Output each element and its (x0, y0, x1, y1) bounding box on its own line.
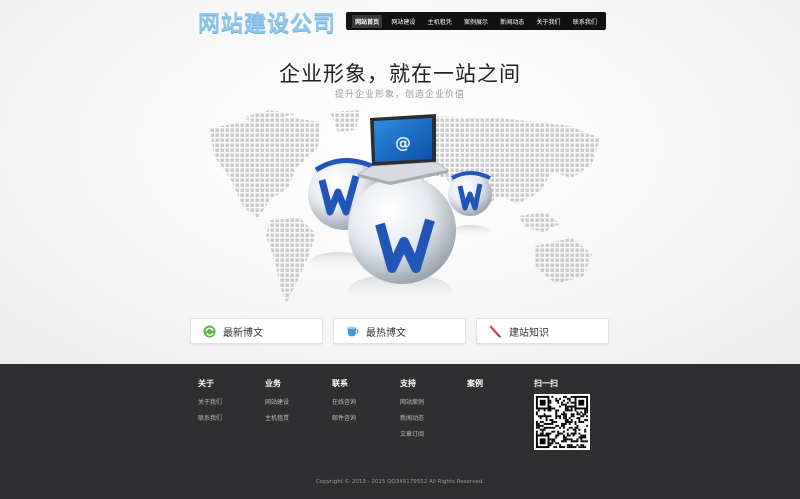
nav-item-website-building[interactable]: 网站建设 (388, 15, 418, 28)
qr-code-image (534, 394, 590, 450)
footer-heading: 业务 (265, 379, 281, 388)
card-latest-posts[interactable]: 最新博文 (190, 318, 323, 344)
footer-link-online-consult[interactable]: 在线咨询 (332, 397, 356, 406)
nav-item-home[interactable]: 网站首页 (352, 14, 383, 28)
nav-item-news[interactable]: 新闻动态 (497, 15, 527, 28)
refresh-icon (203, 324, 216, 338)
svg-text:@: @ (395, 133, 411, 152)
card-site-knowledge[interactable]: 建站知识 (476, 318, 609, 344)
footer-link-about-us[interactable]: 关于我们 (198, 397, 222, 406)
nav-item-hosting[interactable]: 主机租凭 (425, 15, 455, 28)
pencil-icon (489, 325, 502, 338)
card-label: 最新博文 (223, 327, 263, 339)
footer-link-site-cases[interactable]: 网站案例 (400, 397, 424, 406)
footer-link-news[interactable]: 新闻动态 (400, 413, 424, 422)
cup-icon (347, 325, 359, 336)
footer-col-business: 业务 网站建设 主机租赁 (265, 378, 289, 429)
footer-heading: 联系 (332, 379, 348, 388)
feature-cards: 最新博文 最热博文 建站知识 (190, 318, 610, 344)
footer-heading: 支持 (400, 379, 416, 388)
footer-link-contact-us[interactable]: 联系我们 (198, 413, 222, 422)
footer-col-cases: 案例 (467, 378, 483, 397)
footer-col-contact: 联系 在线咨询 邮件咨询 (332, 378, 356, 429)
footer-col-about: 关于 关于我们 联系我们 (198, 378, 222, 429)
footer-heading: 关于 (198, 379, 214, 388)
card-label: 最热博文 (366, 327, 406, 339)
card-label: 建站知识 (509, 327, 549, 339)
nav-item-cases[interactable]: 案例展示 (461, 15, 491, 28)
main-nav: 网站首页 网站建设 主机租凭 案例展示 新闻动态 关于我们 联系我们 (346, 12, 606, 30)
footer-link-email-consult[interactable]: 邮件咨询 (332, 413, 356, 422)
hero-spheres-laptop-illustration: @ (308, 114, 492, 306)
card-hot-posts[interactable]: 最热博文 (333, 318, 466, 344)
hero-title: 企业形象，就在一站之间 (279, 62, 521, 86)
footer-link-subscribe[interactable]: 文章订阅 (400, 429, 424, 438)
nav-item-contact[interactable]: 联系我们 (570, 15, 600, 28)
footer-link-hosting[interactable]: 主机租赁 (265, 413, 289, 422)
footer-heading: 扫一扫 (534, 379, 558, 388)
footer-col-support: 支持 网站案例 新闻动态 文章订阅 (400, 378, 424, 445)
hero-subtitle: 提升企业形象，创造企业价值 (334, 90, 465, 100)
footer-link-website-building[interactable]: 网站建设 (265, 397, 289, 406)
footer-heading: 案例 (467, 379, 483, 388)
nav-item-about[interactable]: 关于我们 (534, 15, 564, 28)
copyright-text: Copyright © 2013 - 2015 QQ345179552 All … (315, 479, 484, 485)
site-logo[interactable]: 网站建设公司 (198, 6, 336, 38)
